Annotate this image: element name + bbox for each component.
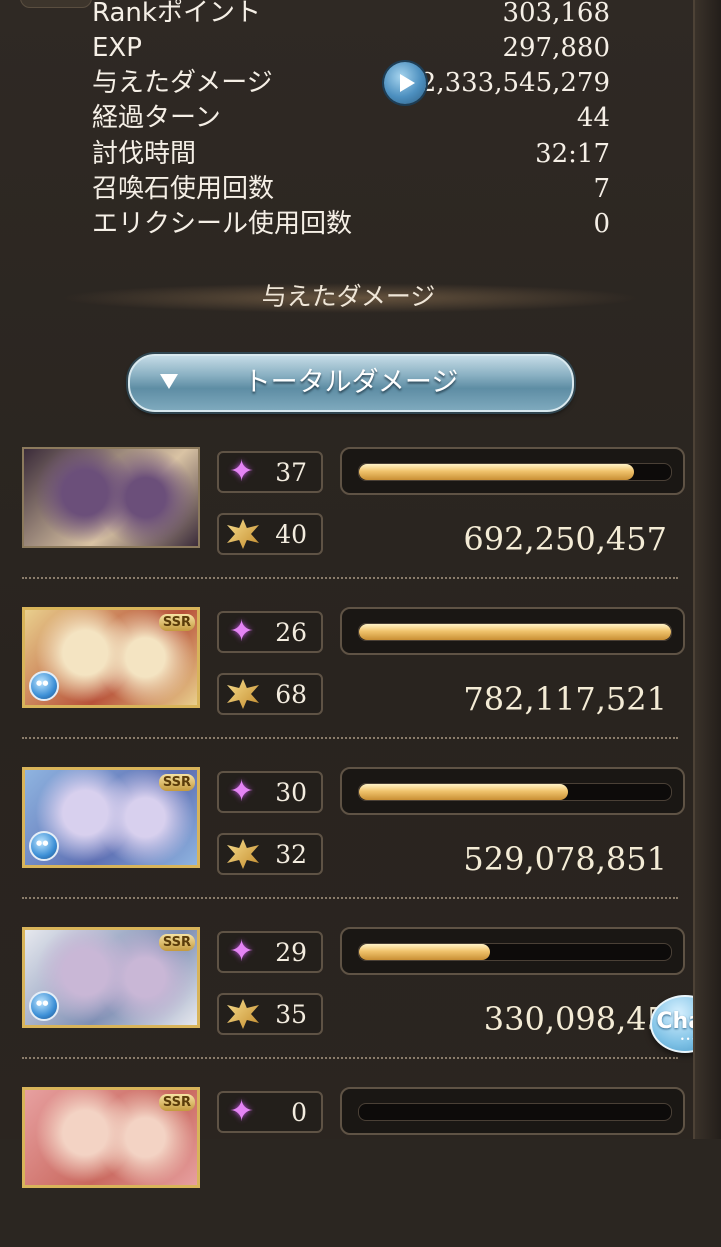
stat-value: 303,168 — [502, 0, 610, 28]
stat-row-rank-points: Rankポイント 303,168 — [92, 0, 610, 30]
character-portrait[interactable]: SSR — [22, 767, 200, 868]
top-tab — [20, 0, 92, 8]
stat-row-turns: 経過ターン 44 — [92, 101, 610, 135]
chat-label: Chat — [656, 1009, 714, 1034]
burst-icon — [227, 519, 259, 549]
ougi-count: 68 — [275, 680, 307, 709]
skill-count-box: ✦ 30 — [217, 771, 323, 813]
portrait-art — [24, 449, 198, 546]
star-icon: ✦ — [229, 934, 255, 969]
stat-row-damage: 与えたダメージ 2,333,545,279 — [92, 66, 610, 100]
damage-bar-fill — [359, 784, 569, 800]
dropdown-label: トータルダメージ — [243, 367, 459, 398]
stat-value: 0 — [593, 209, 610, 239]
damage-bar-track — [358, 783, 672, 801]
character-portrait[interactable]: SSR — [22, 927, 200, 1028]
damage-bar-track — [358, 623, 672, 641]
damage-value: 529,078,851 — [463, 840, 667, 878]
ougi-count-box: 35 — [217, 993, 323, 1035]
burst-icon — [227, 839, 259, 869]
row-divider — [22, 737, 678, 739]
water-element-icon — [29, 671, 59, 701]
star-icon: ✦ — [229, 774, 255, 809]
ougi-count: 32 — [275, 840, 307, 869]
ougi-count: 35 — [275, 1000, 307, 1029]
star-icon: ✦ — [229, 454, 255, 489]
stat-label: Rankポイント — [92, 0, 261, 28]
ssr-badge: SSR — [158, 614, 195, 631]
stat-label: 討伐時間 — [92, 139, 197, 169]
ougi-count-box: 32 — [217, 833, 323, 875]
damage-bar — [340, 447, 685, 495]
stat-label: 与えたダメージ — [92, 68, 273, 98]
damage-bar-track — [358, 463, 672, 481]
ougi-count-box: 68 — [217, 673, 323, 715]
stat-label: 経過ターン — [92, 103, 221, 133]
damage-value: 782,117,521 — [463, 680, 667, 718]
row-divider — [22, 897, 678, 899]
stat-row-exp: EXP 297,880 — [92, 31, 610, 65]
skill-count-box: ✦ 26 — [217, 611, 323, 653]
ougi-count-box: 40 — [217, 513, 323, 555]
skill-count-box: ✦ 0 — [217, 1091, 323, 1133]
ssr-badge: SSR — [158, 1094, 195, 1111]
character-row: ✦ 37 40 692,250,457 — [0, 447, 697, 607]
play-icon[interactable] — [384, 62, 426, 104]
ssr-badge: SSR — [158, 774, 195, 791]
stat-row-summon-uses: 召喚石使用回数 7 — [92, 172, 610, 206]
character-portrait[interactable] — [22, 447, 200, 548]
stat-row-time: 討伐時間 32:17 — [92, 137, 610, 171]
damage-bar — [340, 1087, 685, 1135]
stat-label: 召喚石使用回数 — [92, 174, 275, 204]
damage-type-dropdown[interactable]: トータルダメージ — [128, 354, 574, 412]
skill-count-box: ✦ 37 — [217, 451, 323, 493]
character-row: SSR ✦ 0 — [0, 1087, 697, 1247]
water-element-icon — [29, 831, 59, 861]
character-row: SSR ✦ 30 32 529,078,851 — [0, 767, 697, 927]
stat-label: EXP — [92, 33, 142, 63]
skill-count: 37 — [275, 458, 307, 487]
star-icon: ✦ — [229, 1094, 255, 1129]
damage-value: 330,098,45 — [483, 1000, 667, 1038]
stat-value: 2,333,545,279 — [419, 68, 610, 98]
damage-bar-track — [358, 1103, 672, 1121]
ssr-badge: SSR — [158, 934, 195, 951]
burst-icon — [227, 679, 259, 709]
skill-count-box: ✦ 29 — [217, 931, 323, 973]
damage-bar — [340, 767, 685, 815]
chat-button[interactable]: Chat ••• — [650, 995, 720, 1053]
burst-icon — [227, 999, 259, 1029]
damage-bar — [340, 927, 685, 975]
stat-row-elixir-uses: エリクシール使用回数 0 — [92, 207, 610, 241]
star-icon: ✦ — [229, 614, 255, 649]
stat-value: 32:17 — [535, 139, 610, 169]
row-divider — [22, 577, 678, 579]
skill-count: 29 — [275, 938, 307, 967]
results-panel: Rankポイント 303,168 EXP 297,880 与えたダメージ 2,3… — [0, 0, 721, 1188]
damage-bar-fill — [359, 944, 491, 960]
damage-value: 692,250,457 — [463, 520, 667, 558]
character-portrait[interactable]: SSR — [22, 1087, 200, 1188]
character-row: SSR ✦ 29 35 330,098,45 — [0, 927, 697, 1087]
water-element-icon — [29, 991, 59, 1021]
damage-bar — [340, 607, 685, 655]
ougi-count: 40 — [275, 520, 307, 549]
damage-bar-fill — [359, 624, 671, 640]
skill-count: 0 — [291, 1098, 307, 1127]
chat-dots: ••• — [680, 1035, 698, 1044]
character-row: SSR ✦ 26 68 782,117,521 — [0, 607, 697, 767]
stat-value: 44 — [576, 103, 610, 133]
skill-count: 26 — [275, 618, 307, 647]
character-portrait[interactable]: SSR — [22, 607, 200, 708]
stat-value: 297,880 — [502, 33, 610, 63]
section-title: 与えたダメージ — [261, 282, 436, 311]
damage-bar-fill — [359, 464, 634, 480]
row-divider — [22, 1057, 678, 1059]
skill-count: 30 — [275, 778, 307, 807]
damage-bar-track — [358, 943, 672, 961]
stat-value: 7 — [593, 174, 610, 204]
stat-label: エリクシール使用回数 — [92, 209, 353, 239]
